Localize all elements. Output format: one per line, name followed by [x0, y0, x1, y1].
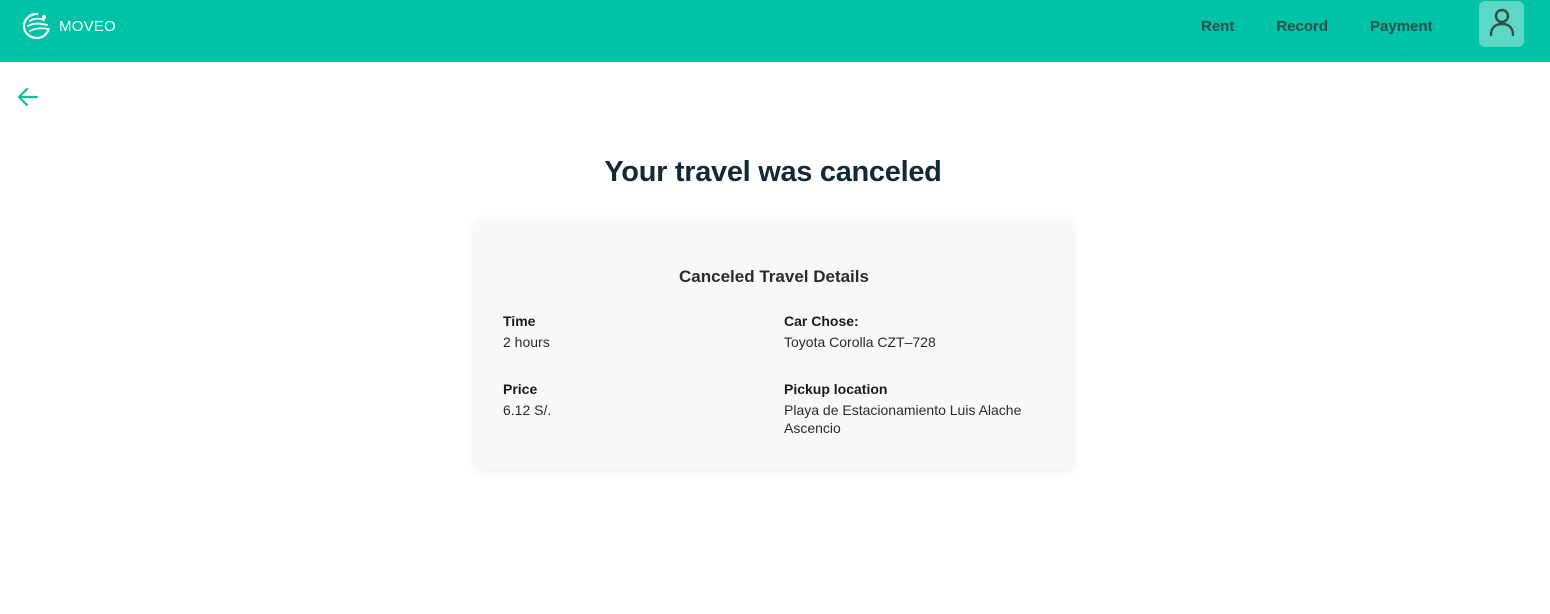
pickup-label: Pickup location — [784, 381, 888, 397]
main-nav: Rent Record Payment — [1180, 0, 1454, 52]
price-value: 6.12 S/. — [503, 402, 552, 418]
nav-rent[interactable]: Rent — [1201, 18, 1234, 35]
car-field: Car Chose: Toyota Corolla CZT–728 — [784, 311, 1044, 351]
page-title: Your travel was canceled — [604, 156, 942, 188]
arrow-left-icon — [15, 87, 41, 114]
price-field: Price 6.12 S/. — [503, 379, 763, 419]
brand[interactable]: MOVEO — [22, 12, 116, 40]
user-icon — [1488, 7, 1516, 42]
card-title: Canceled Travel Details — [679, 267, 869, 286]
pickup-value: Playa de Estacionamiento Luis Alache Asc… — [784, 402, 1022, 436]
car-value: Toyota Corolla CZT–728 — [784, 334, 936, 350]
brand-name: MOVEO — [59, 17, 116, 35]
profile-button[interactable] — [1479, 1, 1524, 47]
back-button[interactable] — [15, 84, 41, 110]
time-field: Time 2 hours — [503, 311, 763, 351]
canceled-travel-card: Canceled Travel Details Time 2 hours Car… — [475, 219, 1073, 469]
time-label: Time — [503, 313, 536, 329]
car-label: Car Chose: — [784, 313, 859, 329]
price-label: Price — [503, 381, 538, 397]
nav-record[interactable]: Record — [1276, 18, 1328, 35]
moveo-logo-icon — [22, 12, 52, 40]
time-value: 2 hours — [503, 334, 550, 350]
pickup-field: Pickup location Playa de Estacionamiento… — [784, 379, 1044, 437]
nav-payment[interactable]: Payment — [1370, 18, 1433, 35]
top-navbar: MOVEO Rent Record Payment — [0, 0, 1550, 62]
